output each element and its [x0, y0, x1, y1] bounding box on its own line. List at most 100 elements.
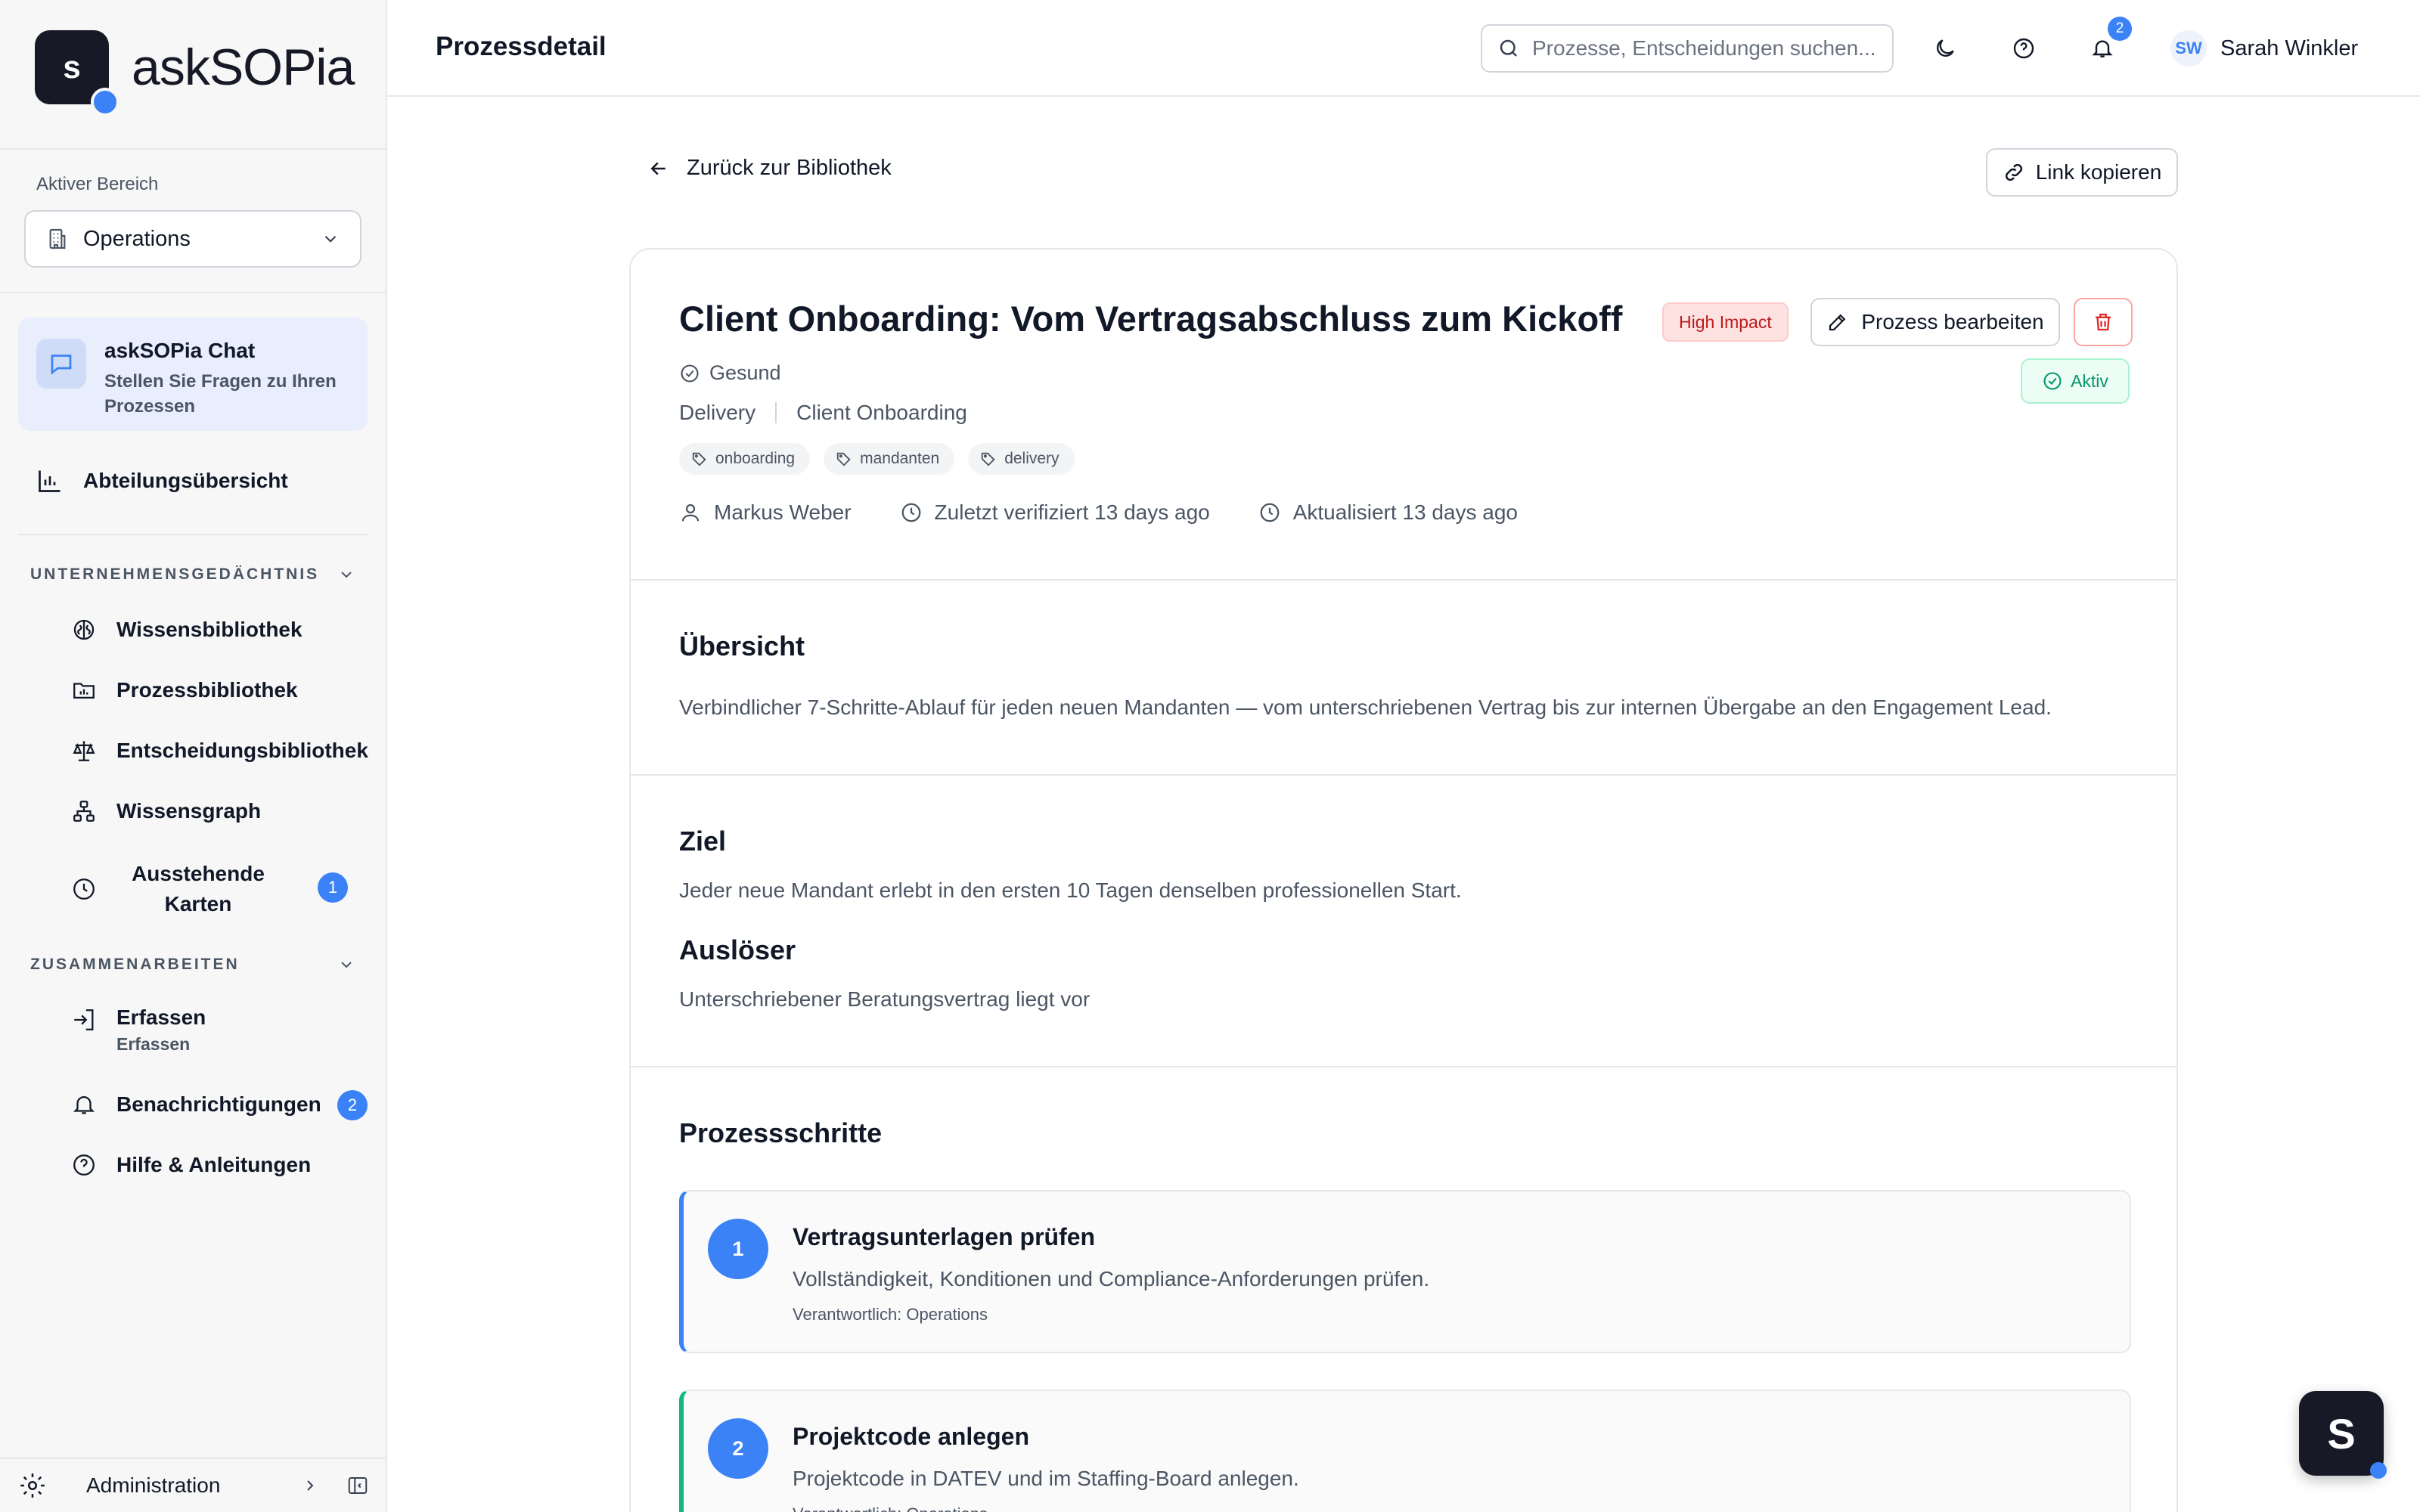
- theme-toggle-button[interactable]: [1928, 32, 1962, 65]
- section-label: ZUSAMMENARBEITEN: [30, 956, 240, 973]
- notification-count-badge: 2: [2108, 17, 2132, 41]
- nav-label: Prozessbibliothek: [116, 678, 298, 702]
- bar-chart-icon: [39, 470, 60, 492]
- process-step[interactable]: 2 Projektcode anlegen Projektcode in DAT…: [679, 1390, 2131, 1512]
- nav-label: Abteilungsübersicht: [83, 469, 288, 492]
- fab-dot: [2370, 1462, 2387, 1479]
- copy-link-button[interactable]: Link kopieren: [1986, 148, 2178, 197]
- sidebar-item-capture[interactable]: Erfassen Erfassen: [71, 1005, 206, 1055]
- sidebar-item-pending-cards[interactable]: Ausstehende Karten: [71, 859, 274, 919]
- verified-meta: Zuletzt verifiziert 13 days ago: [900, 500, 1210, 525]
- tag-icon: [836, 452, 851, 466]
- sidebar-item-process-library[interactable]: Prozessbibliothek: [71, 677, 298, 703]
- help-circle-icon: [2013, 38, 2034, 59]
- tag-icon: [692, 452, 706, 466]
- section-divider: [631, 774, 2176, 776]
- clock-icon: [73, 878, 95, 900]
- process-step[interactable]: 1 Vertragsunterlagen prüfen Vollständigk…: [679, 1190, 2131, 1353]
- user-icon: [681, 503, 700, 522]
- edit-process-button[interactable]: Prozess bearbeiten: [1810, 298, 2060, 346]
- capture-icon: [74, 1009, 94, 1030]
- delete-process-button[interactable]: [2074, 298, 2133, 346]
- nav-department-overview[interactable]: Abteilungsübersicht: [36, 467, 288, 494]
- owner-name: Markus Weber: [714, 500, 852, 524]
- area-select-value: Operations: [83, 226, 191, 251]
- brain-icon: [73, 619, 95, 640]
- brand-dot: [91, 88, 119, 116]
- goal-text: Jeder neue Mandant erlebt in den ersten …: [679, 878, 1462, 902]
- edit-process-label: Prozess bearbeiten: [1861, 310, 2044, 333]
- scale-icon: [73, 741, 95, 761]
- tag-chip[interactable]: delivery: [968, 443, 1075, 475]
- owner-meta: Markus Weber: [679, 500, 852, 525]
- brand-name-part2: SOPia: [209, 39, 355, 96]
- brand-name: askSOPia: [132, 38, 355, 97]
- step-number: 1: [708, 1219, 768, 1279]
- section-header-memory[interactable]: UNTERNEHMENSGEDÄCHTNIS: [30, 565, 355, 584]
- nav-label: Wissensbibliothek: [116, 618, 302, 641]
- moon-icon: [1937, 39, 1954, 57]
- gear-icon[interactable]: [18, 1471, 47, 1500]
- back-to-library-link[interactable]: Zurück zur Bibliothek: [647, 156, 892, 181]
- updated-meta: Aktualisiert 13 days ago: [1258, 500, 1518, 525]
- tag-chip[interactable]: onboarding: [679, 443, 811, 475]
- chat-card[interactable]: askSOPia Chat Stellen Sie Fragen zu Ihre…: [18, 318, 368, 431]
- help-button[interactable]: [2007, 32, 2040, 65]
- chevron-down-icon: [341, 962, 352, 968]
- area-label: Aktiver Bereich: [36, 174, 159, 194]
- steps-heading: Prozessschritte: [679, 1117, 883, 1148]
- breadcrumb-separator: [775, 402, 777, 423]
- step-description: Vollständigkeit, Konditionen und Complia…: [793, 1267, 1430, 1290]
- section-divider: [631, 579, 2176, 581]
- chat-title: askSOPia Chat: [104, 339, 256, 362]
- sidebar-item-knowledge-graph[interactable]: Wissensgraph: [71, 798, 261, 824]
- assistant-fab-button[interactable]: S: [2299, 1391, 2387, 1479]
- sidebar-item-help[interactable]: Hilfe & Anleitungen: [71, 1152, 311, 1178]
- tag-chip[interactable]: mandanten: [824, 443, 955, 475]
- chevron-right-icon[interactable]: [301, 1476, 319, 1495]
- nav-label: Ausstehende Karten: [132, 862, 265, 916]
- sidebar-item-notifications[interactable]: Benachrichtigungen: [71, 1092, 321, 1117]
- process-meta: Markus Weber Zuletzt verifiziert 13 days…: [679, 500, 1566, 525]
- category-label: Client Onboarding: [796, 401, 967, 424]
- admin-link[interactable]: Administration: [86, 1473, 301, 1498]
- user-menu[interactable]: SW Sarah Winkler: [2170, 30, 2358, 67]
- tag-label: delivery: [1004, 450, 1060, 467]
- trigger-text: Unterschriebener Beratungsvertrag liegt …: [679, 987, 1091, 1011]
- check-circle-icon: [2043, 372, 2062, 390]
- section-divider: [631, 1066, 2176, 1067]
- health-label: Gesund: [709, 361, 781, 384]
- building-icon: [49, 228, 66, 249]
- chevron-down-icon: [324, 235, 337, 243]
- area-select[interactable]: Operations: [24, 210, 361, 268]
- step-responsible: Verantwortlich: Operations: [793, 1305, 988, 1324]
- clock-icon: [901, 503, 920, 522]
- section-header-collaborate[interactable]: ZUSAMMENARBEITEN: [30, 956, 355, 974]
- back-label: Zurück zur Bibliothek: [687, 156, 892, 180]
- status-badge: Aktiv: [2021, 358, 2130, 404]
- sidebar-item-decision-library[interactable]: Entscheidungsbibliothek: [71, 738, 368, 764]
- chevron-down-icon: [341, 572, 352, 578]
- top-bar: Prozessdetail Prozesse, Entscheidungen s…: [387, 0, 2420, 97]
- clock-icon: [1260, 503, 1280, 522]
- tag-icon: [982, 452, 995, 466]
- brand-mark: s: [35, 30, 119, 116]
- search-input[interactable]: Prozesse, Entscheidungen suchen...: [1481, 24, 1894, 73]
- help-circle-icon: [73, 1154, 95, 1176]
- nav-label: Wissensgraph: [116, 799, 262, 823]
- brand-logo[interactable]: s askSOPia: [35, 26, 355, 116]
- link-icon: [2005, 163, 2022, 181]
- step-number: 2: [708, 1418, 768, 1479]
- nav-label: Erfassen: [116, 1005, 206, 1029]
- search-placeholder: Prozesse, Entscheidungen suchen...: [1532, 36, 1876, 60]
- overview-heading: Übersicht: [679, 631, 805, 662]
- step-title: Vertragsunterlagen prüfen: [793, 1223, 1096, 1250]
- fab-letter: S: [2327, 1409, 2356, 1458]
- step-responsible: Verantwortlich: Operations: [793, 1504, 988, 1512]
- check-circle-icon: [681, 364, 699, 383]
- copy-link-label: Link kopieren: [2035, 160, 2162, 184]
- updated-label: Aktualisiert 13 days ago: [1292, 500, 1518, 524]
- tag-list: onboarding mandanten delivery: [679, 443, 1088, 475]
- collapse-sidebar-icon[interactable]: [346, 1474, 369, 1497]
- sidebar-item-knowledge-library[interactable]: Wissensbibliothek: [71, 617, 302, 643]
